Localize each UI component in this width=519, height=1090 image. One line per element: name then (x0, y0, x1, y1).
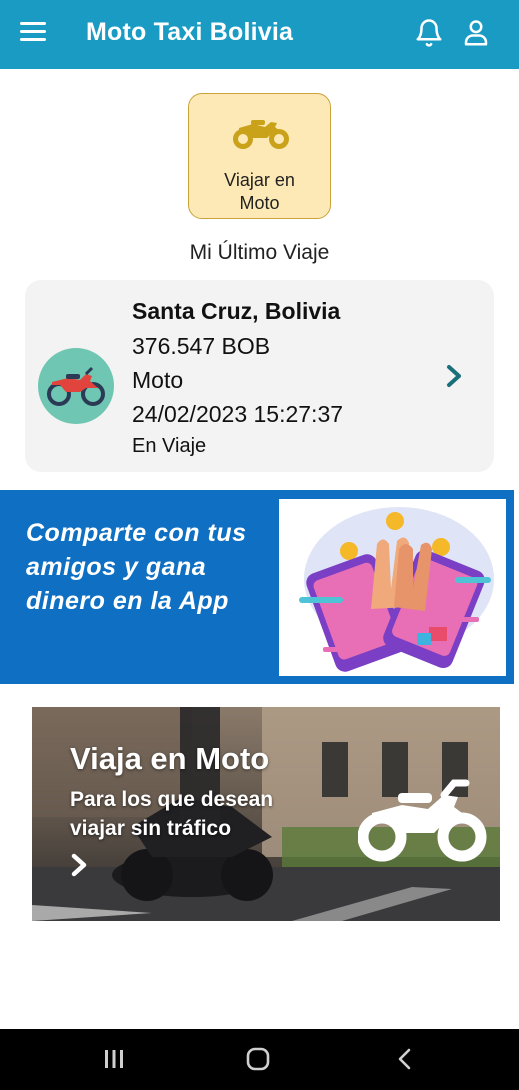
trip-vehicle-avatar (38, 348, 114, 424)
motorcycle-icon (233, 120, 289, 149)
trip-price: 376.547 BOB (132, 333, 271, 359)
last-trip-heading: Mi Último Viaje (189, 241, 330, 264)
chevron-right-icon[interactable] (444, 364, 464, 388)
trip-city: Santa Cruz, Bolivia (132, 298, 341, 324)
referral-promo-banner[interactable]: Comparte con tus amigos y gana dinero en… (0, 490, 514, 684)
system-navigation-bar (0, 1029, 519, 1090)
recent-apps-icon[interactable] (103, 1048, 125, 1070)
hamburger-menu-icon[interactable] (20, 22, 46, 44)
app-title: Moto Taxi Bolivia (86, 18, 294, 46)
home-icon[interactable] (246, 1047, 270, 1071)
motorcycle-icon (358, 779, 487, 862)
travel-moto-banner[interactable]: Viaja en Moto Para los que desean viajar… (32, 707, 500, 921)
promo-text: Comparte con tus amigos y gana dinero en… (26, 519, 247, 615)
trip-vehicle: Moto (132, 367, 184, 393)
app-bar: Moto Taxi Bolivia (0, 0, 519, 69)
trip-status: En Viaje (132, 435, 207, 457)
high-five-illustration (279, 499, 506, 676)
bell-icon[interactable] (414, 18, 444, 48)
banner-title: Viaja en Moto (70, 741, 270, 776)
back-icon[interactable] (395, 1047, 413, 1071)
ride-moto-label: Viajar en Moto (224, 170, 295, 213)
banner-subtitle: Para los que desean viajar sin tráfico (70, 788, 274, 840)
ride-moto-button[interactable]: Viajar en Moto (188, 93, 331, 219)
motorcycle-icon (47, 366, 105, 406)
chevron-right-icon[interactable] (70, 852, 90, 878)
user-icon[interactable] (461, 18, 491, 48)
last-trip-card[interactable]: Santa Cruz, Bolivia 376.547 BOB Moto 24/… (25, 280, 494, 472)
trip-datetime: 24/02/2023 15:27:37 (132, 401, 344, 427)
